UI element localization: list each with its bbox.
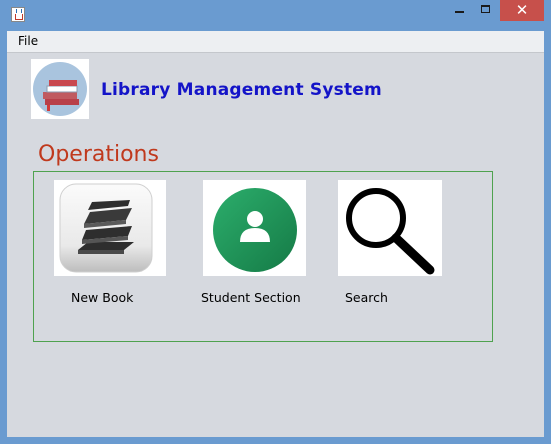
minimize-icon (455, 11, 464, 13)
magnifier-icon (346, 188, 435, 275)
new-book-label: New Book (71, 290, 134, 305)
close-button[interactable]: ✕ (500, 0, 544, 21)
title-bar[interactable]: ✕ (0, 0, 551, 31)
main-window-content: File Library Management System Operation… (7, 31, 544, 437)
student-section-button[interactable] (203, 180, 306, 276)
menu-bar: File (7, 31, 544, 53)
student-icon (213, 188, 297, 272)
library-logo (31, 59, 89, 119)
app-title: Library Management System (101, 80, 382, 100)
new-book-button[interactable] (54, 180, 166, 276)
operations-heading: Operations (38, 142, 159, 167)
menu-file[interactable]: File (18, 34, 38, 48)
maximize-button[interactable] (473, 0, 500, 21)
close-icon: ✕ (515, 1, 529, 19)
books-icon (59, 183, 153, 273)
minimize-button[interactable] (447, 0, 473, 21)
search-button[interactable] (338, 180, 442, 276)
search-label: Search (345, 290, 388, 305)
maximize-icon (481, 5, 490, 13)
student-section-label: Student Section (201, 290, 301, 305)
java-app-icon[interactable] (11, 7, 25, 22)
